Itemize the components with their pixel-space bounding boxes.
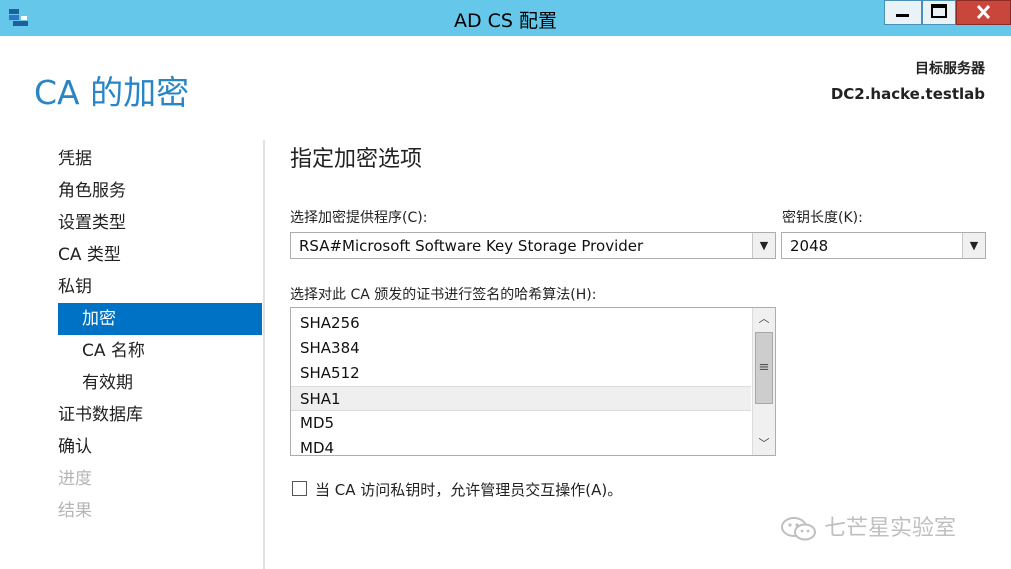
nav-item-setup-type[interactable]: 设置类型 <box>58 207 262 239</box>
nav-item-certificate-database[interactable]: 证书数据库 <box>58 399 262 431</box>
page-title: CA 的加密 <box>34 73 190 112</box>
key-length-dropdown[interactable]: 2048 ▼ <box>781 232 986 259</box>
nav-item-progress: 进度 <box>58 469 92 489</box>
scroll-down-icon[interactable]: ﹀ <box>753 434 775 454</box>
nav-item-validity-period[interactable]: 有效期 <box>58 367 262 399</box>
wechat-icon <box>781 517 816 541</box>
allow-interaction-checkbox[interactable] <box>292 481 307 496</box>
watermark: 七芒星实验室 <box>780 510 956 542</box>
nav-item-credentials[interactable]: 凭据 <box>58 143 262 175</box>
section-title: 指定加密选项 <box>290 147 423 172</box>
provider-dropdown[interactable]: RSA#Microsoft Software Key Storage Provi… <box>290 232 776 259</box>
key-length-value: 2048 <box>790 237 829 255</box>
nav-item-confirmation[interactable]: 确认 <box>58 431 262 463</box>
minimize-icon <box>896 14 909 17</box>
list-item[interactable]: SHA256 <box>291 311 751 336</box>
list-item[interactable]: SHA384 <box>291 336 751 361</box>
list-item[interactable]: SHA512 <box>291 361 751 386</box>
nav-item-role-services[interactable]: 角色服务 <box>58 175 262 207</box>
scroll-up-icon[interactable]: ︿ <box>753 309 775 329</box>
list-item[interactable]: MD5 <box>291 411 751 436</box>
target-server-value: DC2.hacke.testlab <box>830 85 985 103</box>
chevron-down-icon[interactable]: ▼ <box>752 233 775 258</box>
nav-item-results: 结果 <box>58 501 92 521</box>
hash-algorithm-label: 选择对此 CA 颁发的证书进行签名的哈希算法(H): <box>290 287 597 303</box>
minimize-button[interactable] <box>884 0 922 25</box>
list-item-selected[interactable]: SHA1 <box>291 386 751 411</box>
close-button[interactable] <box>956 0 1011 25</box>
allow-interaction-label[interactable]: 当 CA 访问私钥时，允许管理员交互操作(A)。 <box>315 479 622 500</box>
provider-value: RSA#Microsoft Software Key Storage Provi… <box>299 237 644 255</box>
key-length-label: 密钥长度(K): <box>782 210 863 226</box>
window-title: AD CS 配置 <box>453 10 558 32</box>
nav-item-ca-type[interactable]: CA 类型 <box>58 239 262 271</box>
list-scrollbar[interactable]: ︿ ≡ ﹀ <box>752 308 775 455</box>
close-icon <box>976 4 991 20</box>
nav-item-cryptography[interactable]: 加密 <box>58 303 262 335</box>
target-server-label: 目标服务器 <box>915 61 985 77</box>
maximize-button[interactable] <box>922 0 956 25</box>
scroll-thumb[interactable]: ≡ <box>755 332 773 404</box>
title-bar[interactable]: AD CS 配置 <box>0 0 1011 36</box>
list-item[interactable]: MD4 <box>291 436 751 455</box>
provider-label: 选择加密提供程序(C): <box>290 210 428 226</box>
nav-divider <box>263 140 265 569</box>
nav-item-private-key[interactable]: 私钥 <box>58 271 262 303</box>
chevron-down-icon[interactable]: ▼ <box>962 233 985 258</box>
hash-algorithm-list[interactable]: SHA256 SHA384 SHA512 SHA1 MD5 MD4 ︿ ≡ ﹀ <box>290 307 776 456</box>
watermark-text: 七芒星实验室 <box>824 516 957 541</box>
wizard-nav: 凭据 角色服务 设置类型 CA 类型 私钥 加密 CA 名称 有效期 证书数据库… <box>58 143 262 527</box>
maximize-icon <box>931 4 947 18</box>
nav-item-ca-name[interactable]: CA 名称 <box>58 335 262 367</box>
